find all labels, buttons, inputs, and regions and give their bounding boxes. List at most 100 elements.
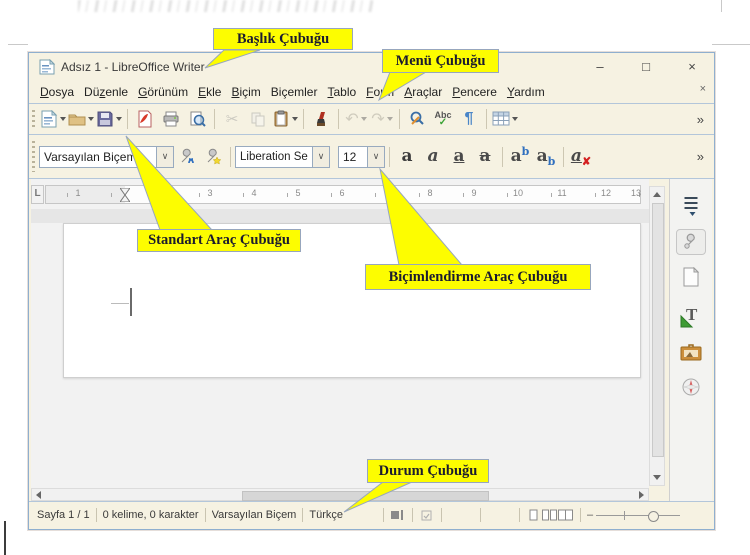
ruler-number: 2	[163, 188, 169, 198]
menu-ekle[interactable]: Ekle	[193, 83, 226, 101]
dropdown-arrow-icon[interactable]	[88, 117, 94, 121]
zoom-slider-handle[interactable]	[648, 510, 660, 522]
strikethrough-button[interactable]: a	[473, 145, 497, 169]
menu-pencere[interactable]: Pencere	[447, 83, 502, 101]
underline-button[interactable]: a	[447, 145, 471, 169]
sidebar-tab-navigator[interactable]	[681, 377, 701, 397]
print-preview-icon	[190, 111, 206, 127]
export-pdf-button[interactable]	[133, 107, 157, 131]
insert-table-button[interactable]	[492, 107, 518, 131]
screenshot-root: Adsız 1 - LibreOffice Writer – □ × Dosya…	[0, 0, 750, 555]
save-button[interactable]	[96, 107, 122, 131]
font-size-dropdown[interactable]: ∨	[368, 145, 385, 168]
paragraph-style-combo[interactable]: Varsayılan Biçem	[39, 145, 157, 168]
menu-araclar[interactable]: Araçlar	[399, 83, 447, 101]
vertical-scrollbar-thumb[interactable]	[652, 203, 664, 457]
indent-marker-icon[interactable]	[120, 188, 130, 202]
print-preview-button[interactable]	[185, 107, 209, 131]
close-document-icon[interactable]: ×	[700, 83, 706, 95]
redo-icon: ↷	[371, 111, 385, 128]
toolbar-grip[interactable]	[32, 141, 35, 172]
toolbar-grip[interactable]	[32, 110, 35, 128]
text-cursor	[130, 288, 132, 316]
view-multi-page-icon[interactable]	[542, 508, 558, 522]
dropdown-arrow-icon[interactable]	[116, 117, 122, 121]
menu-gorunum[interactable]: Görünüm	[133, 83, 193, 101]
print-button[interactable]	[159, 107, 183, 131]
status-word-count[interactable]: 0 kelime, 0 karakter	[103, 509, 199, 521]
sidebar: T	[669, 179, 712, 501]
selection-mode-icon[interactable]	[390, 508, 406, 522]
status-page-style[interactable]: Varsayılan Biçem	[212, 509, 297, 521]
copy-icon	[251, 112, 265, 127]
toolbar-overflow-button[interactable]: »	[697, 112, 704, 127]
sidebar-settings-button[interactable]	[684, 195, 698, 216]
toolbar-separator	[303, 109, 304, 129]
sidebar-tab-gallery[interactable]	[680, 344, 702, 362]
ruler-number: 11	[557, 188, 567, 198]
clear-formatting-button[interactable]: a ✘	[569, 145, 593, 169]
paste-button[interactable]	[272, 107, 298, 131]
scroll-down-icon[interactable]	[653, 475, 661, 480]
dropdown-arrow-icon	[360, 117, 367, 121]
update-style-button[interactable]	[175, 145, 199, 169]
open-button[interactable]	[68, 107, 94, 131]
find-replace-button[interactable]	[405, 107, 429, 131]
sidebar-tab-styles[interactable]: T	[680, 304, 702, 328]
menu-dosya[interactable]: Dosya	[35, 83, 79, 101]
menu-form[interactable]: Form	[361, 83, 399, 101]
status-bar: Sayfa 1 / 1 0 kelime, 0 karakter Varsayı…	[29, 501, 714, 528]
close-button[interactable]: ×	[677, 57, 707, 77]
scroll-left-icon[interactable]	[36, 491, 41, 499]
status-language[interactable]: Türkçe	[309, 509, 343, 521]
zoom-center-tick-h	[620, 514, 630, 516]
clone-formatting-button[interactable]	[309, 107, 333, 131]
ruler-number: 12	[600, 188, 612, 198]
title-bar[interactable]: Adsız 1 - LibreOffice Writer – □ ×	[29, 53, 714, 81]
font-size-combo[interactable]: 12	[338, 145, 368, 168]
ruler-number: 3	[207, 188, 213, 198]
vertical-scrollbar[interactable]	[649, 186, 665, 486]
menu-yardim[interactable]: Yardım	[502, 83, 550, 101]
menu-tablo[interactable]: Tablo	[322, 83, 361, 101]
find-replace-icon	[410, 111, 424, 125]
document-modified-icon[interactable]	[419, 508, 435, 522]
view-book-icon[interactable]	[558, 508, 574, 522]
menu-bicim[interactable]: Biçim	[226, 83, 265, 101]
paragraph-style-dropdown[interactable]: ∨	[157, 145, 174, 168]
sidebar-tab-properties[interactable]	[676, 229, 706, 255]
toolbar-overflow-button[interactable]: »	[697, 149, 704, 164]
new-style-button[interactable]	[201, 145, 225, 169]
menu-duzenle[interactable]: Düzenle	[79, 83, 133, 101]
dropdown-arrow-icon[interactable]	[512, 117, 518, 121]
standard-toolbar: ✂ ↶ ↷ Abc ✓ ¶ »	[29, 104, 714, 135]
dropdown-arrow-icon[interactable]	[60, 117, 66, 121]
ruler-number: 1	[75, 188, 81, 198]
font-name-dropdown[interactable]: ∨	[313, 145, 330, 168]
ruler-number: 4	[251, 188, 257, 198]
new-document-button[interactable]	[40, 107, 66, 131]
horizontal-scrollbar[interactable]	[31, 488, 649, 501]
formatting-marks-button[interactable]: ¶	[457, 107, 481, 131]
subscript-button[interactable]: ab	[534, 145, 558, 169]
status-page-number[interactable]: Sayfa 1 / 1	[37, 509, 90, 521]
minimize-button[interactable]: –	[585, 57, 615, 77]
zoom-slider[interactable]	[596, 510, 681, 522]
tab-stop-selector[interactable]: L	[31, 185, 44, 204]
italic-button[interactable]: a	[421, 145, 445, 169]
spelling-button[interactable]: Abc ✓	[431, 107, 455, 131]
zoom-out-button[interactable]: –	[587, 509, 593, 521]
bold-button[interactable]: a	[395, 145, 419, 169]
sidebar-tab-page[interactable]	[682, 267, 700, 287]
view-single-page-icon[interactable]	[526, 508, 542, 522]
scroll-up-icon[interactable]	[653, 192, 661, 197]
dropdown-arrow-icon[interactable]	[292, 117, 298, 121]
scroll-right-icon[interactable]	[639, 491, 644, 499]
subscript-icon: a	[536, 146, 548, 166]
maximize-button[interactable]: □	[631, 57, 661, 77]
horizontal-scrollbar-thumb[interactable]	[242, 491, 489, 501]
menu-bicemler[interactable]: Biçemler	[266, 83, 323, 101]
font-name-combo[interactable]: Liberation Serif	[235, 145, 313, 168]
superscript-b: b	[521, 145, 530, 158]
superscript-button[interactable]: ab	[508, 145, 532, 169]
